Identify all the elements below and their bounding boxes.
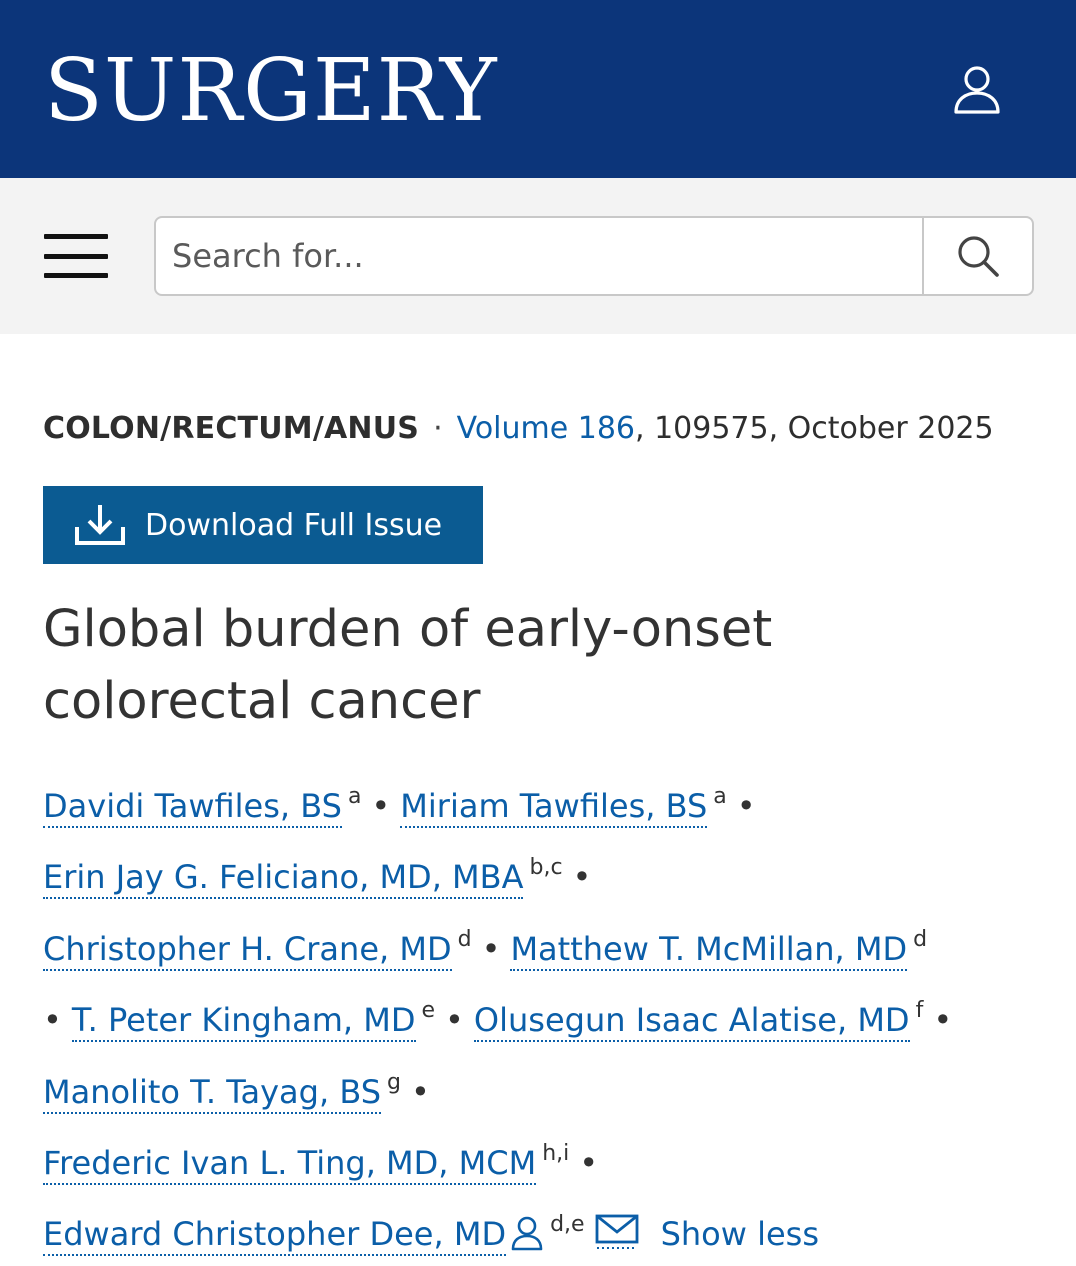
- search-box: [154, 216, 1034, 296]
- author-affiliation: d: [457, 926, 472, 952]
- author-affiliation: h,i: [542, 1141, 570, 1167]
- meta-separator: ·: [433, 411, 443, 446]
- author-affiliation: a: [347, 784, 362, 809]
- journal-logo[interactable]: SURGERY: [44, 48, 498, 134]
- author-separator: •: [572, 858, 592, 897]
- download-label: Download Full Issue: [145, 507, 443, 543]
- search-button[interactable]: [922, 218, 1032, 294]
- article-content: COLON/RECTUM/ANUS · Volume 186, 109575, Oc…: [0, 409, 1076, 1266]
- title-line-2: colorectal cancer: [43, 672, 481, 731]
- author-affiliation: g: [387, 1069, 401, 1095]
- author-separator: •: [445, 1001, 464, 1040]
- author-affiliation: a: [713, 784, 727, 809]
- author-affiliation: b,c: [529, 855, 563, 881]
- author-link[interactable]: Miriam Tawfiles, BS: [400, 787, 708, 828]
- author-affiliation: e: [421, 998, 436, 1024]
- author-link[interactable]: Erin Jay G. Feliciano, MD, MBA: [43, 858, 524, 900]
- author-link[interactable]: T. Peter Kingham, MD: [71, 1001, 416, 1043]
- author-separator: •: [371, 787, 391, 825]
- author-separator: •: [933, 1001, 953, 1040]
- author-separator: •: [579, 1144, 599, 1183]
- author-link[interactable]: Frederic Ivan L. Ting, MD, MCM: [43, 1144, 537, 1186]
- download-icon: [75, 505, 125, 545]
- article-title: Global burden of early-onset colorectal …: [43, 594, 1034, 738]
- author-link[interactable]: Edward Christopher Dee, MD: [43, 1215, 507, 1257]
- author-separator: •: [410, 1072, 430, 1111]
- author-link[interactable]: Christopher H. Crane, MD: [43, 929, 452, 971]
- search-icon: [958, 236, 999, 277]
- author-link[interactable]: Matthew T. McMillan, MD: [510, 929, 908, 971]
- author-list: Davidi Tawfiles, BS a • Miriam Tawfiles, BS…: [43, 766, 1034, 1266]
- author-separator: •: [43, 1001, 62, 1040]
- title-line-1: Global burden of early-onset: [43, 600, 773, 659]
- author-link[interactable]: Davidi Tawfiles, BS: [43, 787, 342, 828]
- corresponding-author-icon: [511, 1217, 543, 1251]
- article-meta: COLON/RECTUM/ANUS · Volume 186, 109575, Oc…: [43, 409, 1034, 449]
- search-bar: [0, 178, 1076, 334]
- citation-details: , 109575, October 2025: [635, 411, 994, 446]
- download-full-issue-button[interactable]: Download Full Issue: [43, 486, 483, 564]
- email-icon[interactable]: [595, 1213, 639, 1251]
- volume-link[interactable]: Volume 186: [457, 411, 635, 446]
- account-icon[interactable]: [950, 62, 1004, 116]
- show-less-link[interactable]: Show less: [661, 1215, 819, 1253]
- search-input[interactable]: [156, 218, 922, 294]
- author-affiliation: f: [915, 998, 924, 1024]
- author-affiliation: d: [913, 926, 928, 952]
- site-header: SURGERY: [0, 0, 1076, 178]
- hamburger-menu-icon[interactable]: [44, 234, 108, 278]
- author-link[interactable]: Manolito T. Tayag, BS: [43, 1072, 382, 1114]
- author-link[interactable]: Olusegun Isaac Alatise, MD: [473, 1001, 910, 1043]
- author-affiliation: d,e: [550, 1212, 585, 1238]
- author-separator: •: [481, 929, 501, 968]
- section-label[interactable]: COLON/RECTUM/ANUS: [43, 411, 419, 446]
- author-separator: •: [736, 787, 756, 825]
